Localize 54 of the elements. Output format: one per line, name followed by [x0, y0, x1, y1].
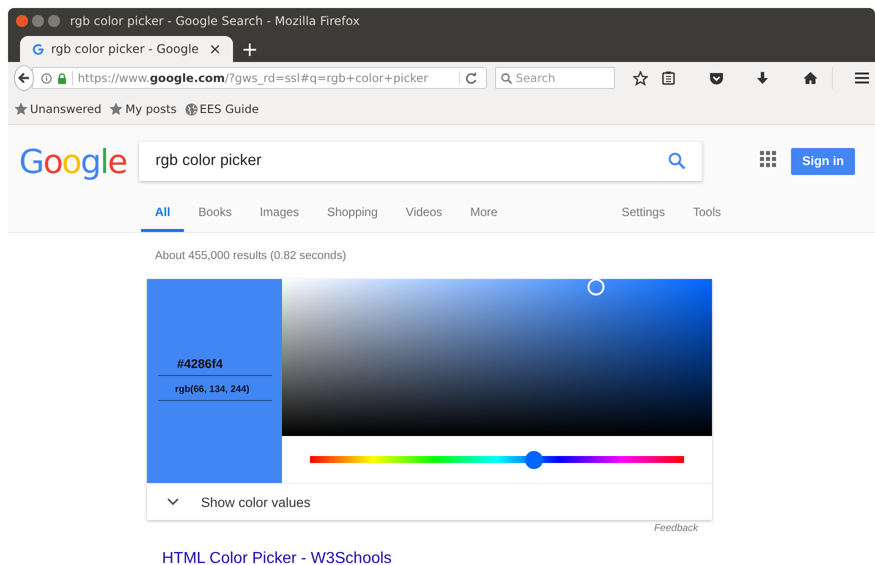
- apps-grid-icon[interactable]: [760, 150, 776, 166]
- star-icon[interactable]: [633, 70, 648, 86]
- feedback-link[interactable]: Feedback: [654, 523, 698, 534]
- search-tab[interactable]: All: [141, 195, 184, 232]
- star-icon: [14, 102, 28, 116]
- google-logo[interactable]: Google: [19, 142, 140, 180]
- search-icon[interactable]: [668, 152, 686, 170]
- query-text: rgb color picker: [155, 152, 262, 170]
- new-tab-button[interactable]: +: [241, 37, 258, 61]
- search-tab[interactable]: More: [456, 195, 512, 232]
- search-tab[interactable]: Videos: [392, 195, 456, 232]
- hue-slider-thumb[interactable]: [525, 450, 544, 468]
- address-bar[interactable]: https://www.google.com/?gws_rd=ssl#q=rgb+color+picker: [32, 67, 487, 89]
- maximize-button[interactable]: [48, 14, 60, 26]
- close-tab-button[interactable]: ×: [208, 40, 222, 58]
- search-field[interactable]: rgb color picker: [139, 142, 702, 180]
- google-favicon: [32, 42, 45, 56]
- info-icon: [40, 72, 52, 84]
- search-tool-link[interactable]: Settings: [608, 195, 679, 232]
- result-stats: About 455,000 results (0.82 seconds): [154, 249, 348, 264]
- search-icon: [500, 72, 512, 84]
- search-tool-link[interactable]: Tools: [678, 195, 735, 232]
- pocket-icon[interactable]: [709, 71, 724, 85]
- back-arrow-icon: [16, 71, 31, 85]
- hex-value-field[interactable]: #4286f4: [158, 356, 272, 376]
- saturation-brightness-field[interactable]: [282, 279, 712, 436]
- home-icon[interactable]: [803, 71, 818, 85]
- back-button[interactable]: [14, 65, 34, 91]
- globe-icon: [184, 102, 198, 116]
- color-marker-handle[interactable]: [587, 278, 604, 296]
- window-title: rgb color picker - Google Search - Mozilla Firefox: [70, 14, 360, 28]
- search-placeholder: Search: [516, 71, 556, 85]
- search-tab[interactable]: Shopping: [313, 195, 392, 232]
- bookmark-item[interactable]: My posts: [109, 102, 177, 116]
- show-color-values-toggle[interactable]: Show color values: [201, 494, 311, 510]
- star-icon: [109, 102, 124, 116]
- close-window-button[interactable]: [16, 14, 28, 26]
- chevron-icon[interactable]: [167, 498, 179, 506]
- search-tab[interactable]: Images: [246, 195, 314, 232]
- menu-icon[interactable]: [855, 72, 869, 84]
- browser-tab[interactable]: rgb color picker - Google ×: [20, 36, 234, 62]
- rgb-value-field[interactable]: rgb(66, 134, 244): [158, 376, 272, 400]
- search-bar[interactable]: Search: [494, 67, 615, 89]
- bookmark-item[interactable]: EES Guide: [184, 102, 259, 116]
- result-title-link[interactable]: HTML Color Picker - W3Schools: [147, 534, 875, 565]
- clipboard-icon[interactable]: [662, 71, 675, 85]
- url-text: https://www.google.com/?gws_rd=ssl#q=rgb+color+picker: [78, 71, 428, 85]
- download-arrow-icon[interactable]: [756, 71, 769, 85]
- lock-icon: [56, 72, 67, 84]
- search-tab[interactable]: Books: [184, 195, 246, 232]
- minimize-button[interactable]: [32, 14, 44, 26]
- sign-in-button[interactable]: Sign in: [791, 148, 855, 174]
- reload-icon[interactable]: [464, 72, 477, 84]
- bookmark-item[interactable]: Unanswered: [14, 102, 102, 116]
